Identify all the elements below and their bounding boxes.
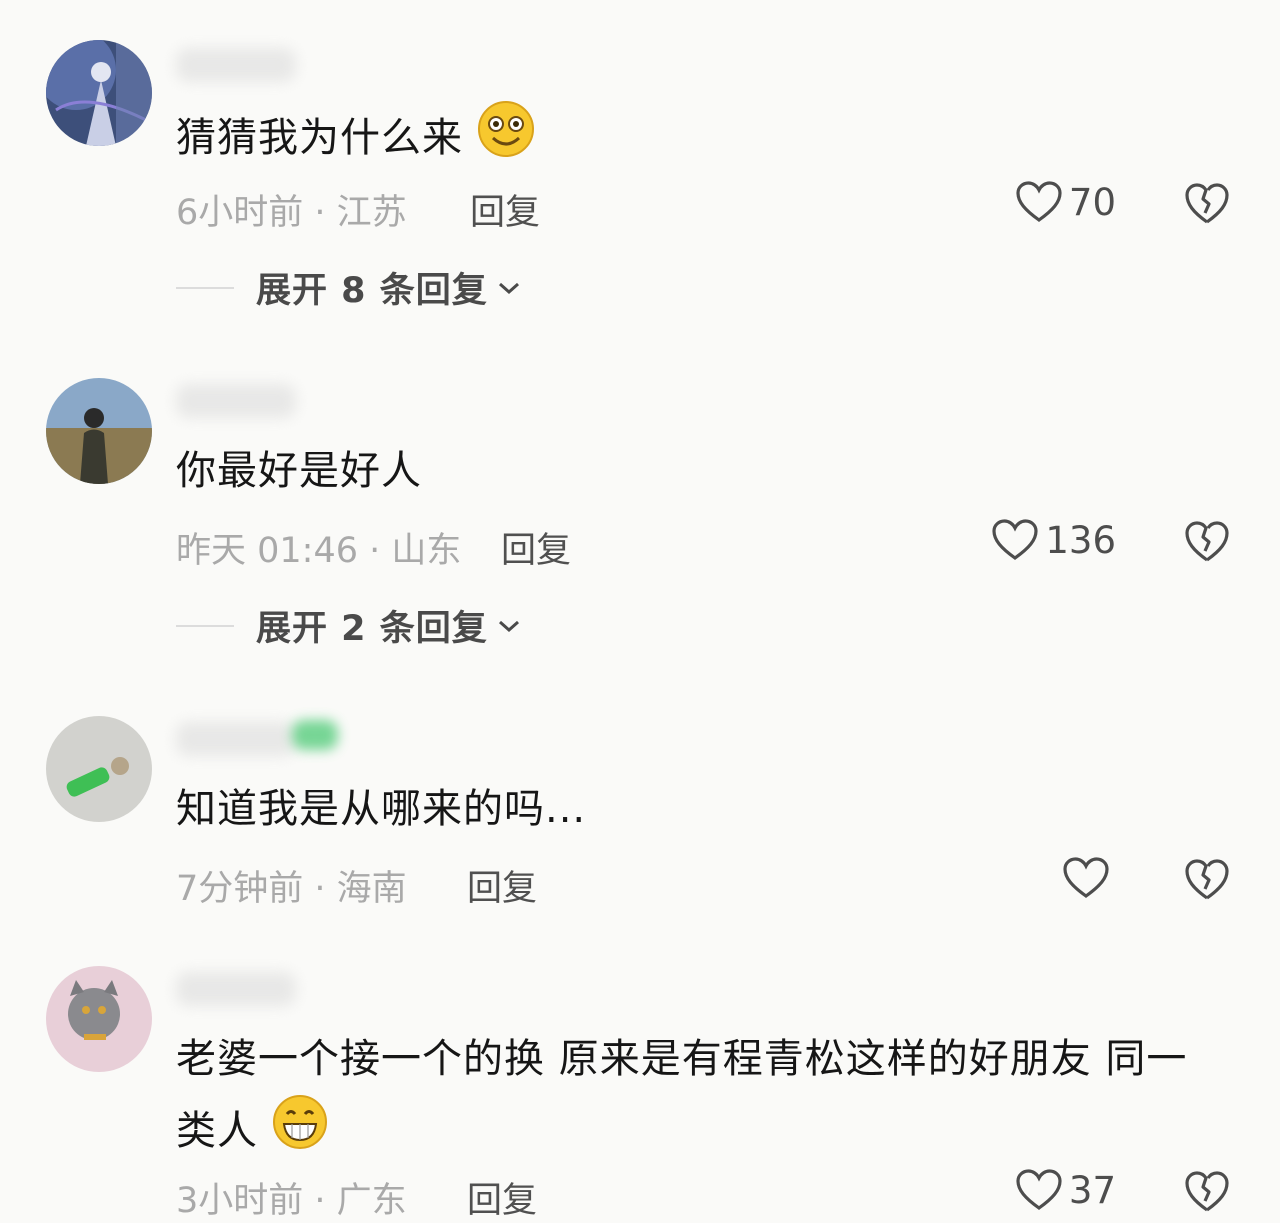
avatar[interactable] bbox=[46, 378, 152, 484]
avatar[interactable] bbox=[46, 716, 152, 822]
comment-text: 知道我是从哪来的吗... bbox=[176, 786, 587, 832]
like-count: 37 bbox=[1068, 1168, 1116, 1212]
like-count: 70 bbox=[1068, 180, 1116, 224]
divider-line bbox=[176, 286, 234, 289]
dislike-button[interactable] bbox=[1184, 858, 1230, 906]
chevron-down-icon bbox=[498, 282, 519, 294]
broken-heart-icon bbox=[1185, 859, 1229, 900]
like-button[interactable]: 37 bbox=[1015, 1168, 1116, 1212]
comment-text: 老婆一个接一个的换 原来是有程青松这样的好朋友 同一类人 bbox=[176, 1024, 1220, 1172]
username-blurred[interactable] bbox=[176, 48, 296, 82]
comment-text: 猜猜我为什么来 bbox=[176, 100, 1220, 180]
broken-heart-icon bbox=[1185, 1171, 1229, 1212]
reply-button[interactable]: 回复 bbox=[470, 184, 540, 235]
avatar[interactable] bbox=[46, 40, 152, 146]
avatar-image bbox=[46, 378, 152, 484]
like-button[interactable] bbox=[1062, 856, 1116, 900]
avatar[interactable] bbox=[46, 966, 152, 1072]
heart-outline-icon bbox=[1016, 1169, 1062, 1210]
heart-outline-icon bbox=[1063, 857, 1109, 898]
avatar-image bbox=[46, 40, 152, 146]
reply-button[interactable]: 回复 bbox=[467, 1172, 537, 1223]
dislike-button[interactable] bbox=[1184, 182, 1230, 230]
comment-text: 你最好是好人 bbox=[176, 448, 422, 494]
heart-outline-icon bbox=[1016, 181, 1062, 222]
username-blurred[interactable] bbox=[176, 384, 296, 418]
dislike-button[interactable] bbox=[1184, 520, 1230, 568]
like-button[interactable]: 136 bbox=[991, 518, 1116, 562]
expand-replies-label: 展开 2 条回复 bbox=[256, 609, 488, 649]
comment-meta: 3小时前 · 广东 bbox=[176, 1181, 407, 1221]
avatar-image bbox=[46, 966, 152, 1072]
divider-line bbox=[176, 624, 234, 627]
avatar-image bbox=[46, 716, 152, 822]
smiling-emoji bbox=[477, 100, 535, 180]
like-button[interactable]: 70 bbox=[1015, 180, 1116, 224]
reply-button[interactable]: 回复 bbox=[501, 522, 571, 573]
comment-meta: 7分钟前 · 海南 bbox=[176, 869, 407, 909]
comment-meta: 6小时前 · 江苏 bbox=[176, 193, 407, 233]
dislike-button[interactable] bbox=[1184, 1170, 1230, 1218]
username-blurred[interactable] bbox=[176, 722, 296, 756]
verified-badge-blurred bbox=[292, 720, 338, 750]
broken-heart-icon bbox=[1185, 521, 1229, 562]
broken-heart-icon bbox=[1185, 183, 1229, 224]
username-blurred[interactable] bbox=[176, 972, 296, 1006]
chevron-down-icon bbox=[498, 620, 519, 632]
like-count: 136 bbox=[1045, 518, 1116, 562]
expand-replies-button[interactable]: 展开 8 条回复 bbox=[176, 262, 522, 313]
comment-meta: 昨天 01:46 · 山东 bbox=[176, 531, 462, 571]
expand-replies-label: 展开 8 条回复 bbox=[256, 271, 488, 311]
grinning-emoji bbox=[272, 1094, 328, 1172]
heart-outline-icon bbox=[992, 519, 1038, 560]
reply-button[interactable]: 回复 bbox=[467, 860, 537, 911]
expand-replies-button[interactable]: 展开 2 条回复 bbox=[176, 600, 522, 651]
